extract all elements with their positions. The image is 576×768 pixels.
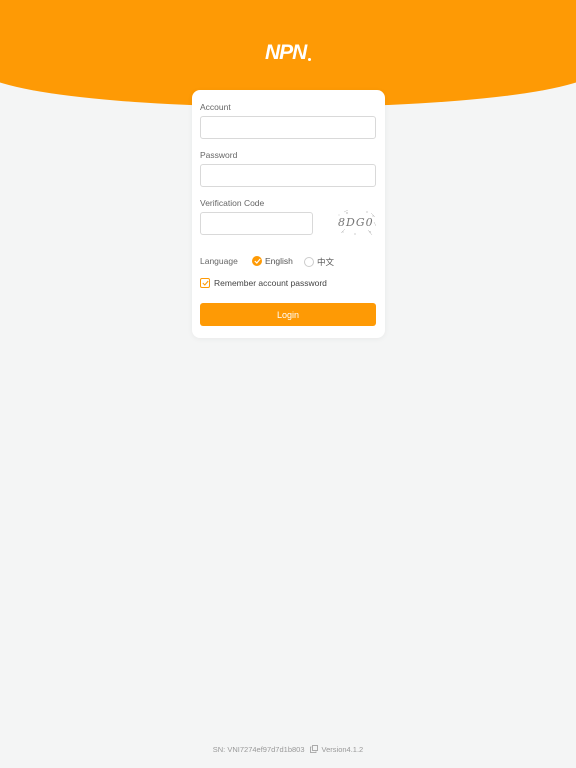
- login-button[interactable]: Login: [200, 303, 376, 326]
- captcha-text: 8DG0: [338, 216, 374, 229]
- language-row: Language English 中文: [200, 256, 376, 268]
- captcha-image[interactable]: 8DG0: [334, 209, 377, 236]
- language-option-chinese[interactable]: 中文: [304, 256, 334, 268]
- remember-password-checkbox[interactable]: Remember account password: [200, 278, 327, 288]
- brand-logo: NPN: [265, 41, 312, 64]
- logo-trademark-dot: [308, 57, 312, 61]
- language-option-label: 中文: [317, 257, 335, 267]
- login-page: NPN Account Password Verification Code 8…: [0, 0, 576, 768]
- checkmark-icon: [253, 258, 261, 264]
- login-card: Account Password Verification Code 8DG0: [192, 90, 385, 338]
- language-option-label: English: [265, 256, 293, 266]
- radio-unchecked-icon: [304, 257, 314, 267]
- language-option-english[interactable]: English: [252, 256, 293, 266]
- radio-checked-icon: [252, 256, 262, 266]
- copy-icon-glyph: [309, 745, 318, 753]
- language-label: Language: [200, 256, 238, 266]
- account-input[interactable]: [200, 116, 376, 139]
- password-label: Password: [200, 150, 238, 160]
- verification-code-label: Verification Code: [200, 198, 265, 208]
- copy-icon[interactable]: [309, 745, 318, 753]
- version-text: Version4.1.2: [321, 744, 364, 754]
- checkbox-checked-icon: [200, 278, 210, 288]
- checkmark-icon: [201, 280, 209, 286]
- serial-number: SN: VNI7274ef97d7d1b803: [212, 744, 305, 754]
- password-input[interactable]: [200, 164, 376, 187]
- remember-password-label: Remember account password: [214, 278, 327, 288]
- verification-code-input[interactable]: [200, 212, 313, 235]
- account-label: Account: [200, 102, 231, 112]
- logo-text: NPN: [265, 41, 307, 64]
- footer: SN: VNI7274ef97d7d1b803 Version4.1.2: [0, 743, 576, 755]
